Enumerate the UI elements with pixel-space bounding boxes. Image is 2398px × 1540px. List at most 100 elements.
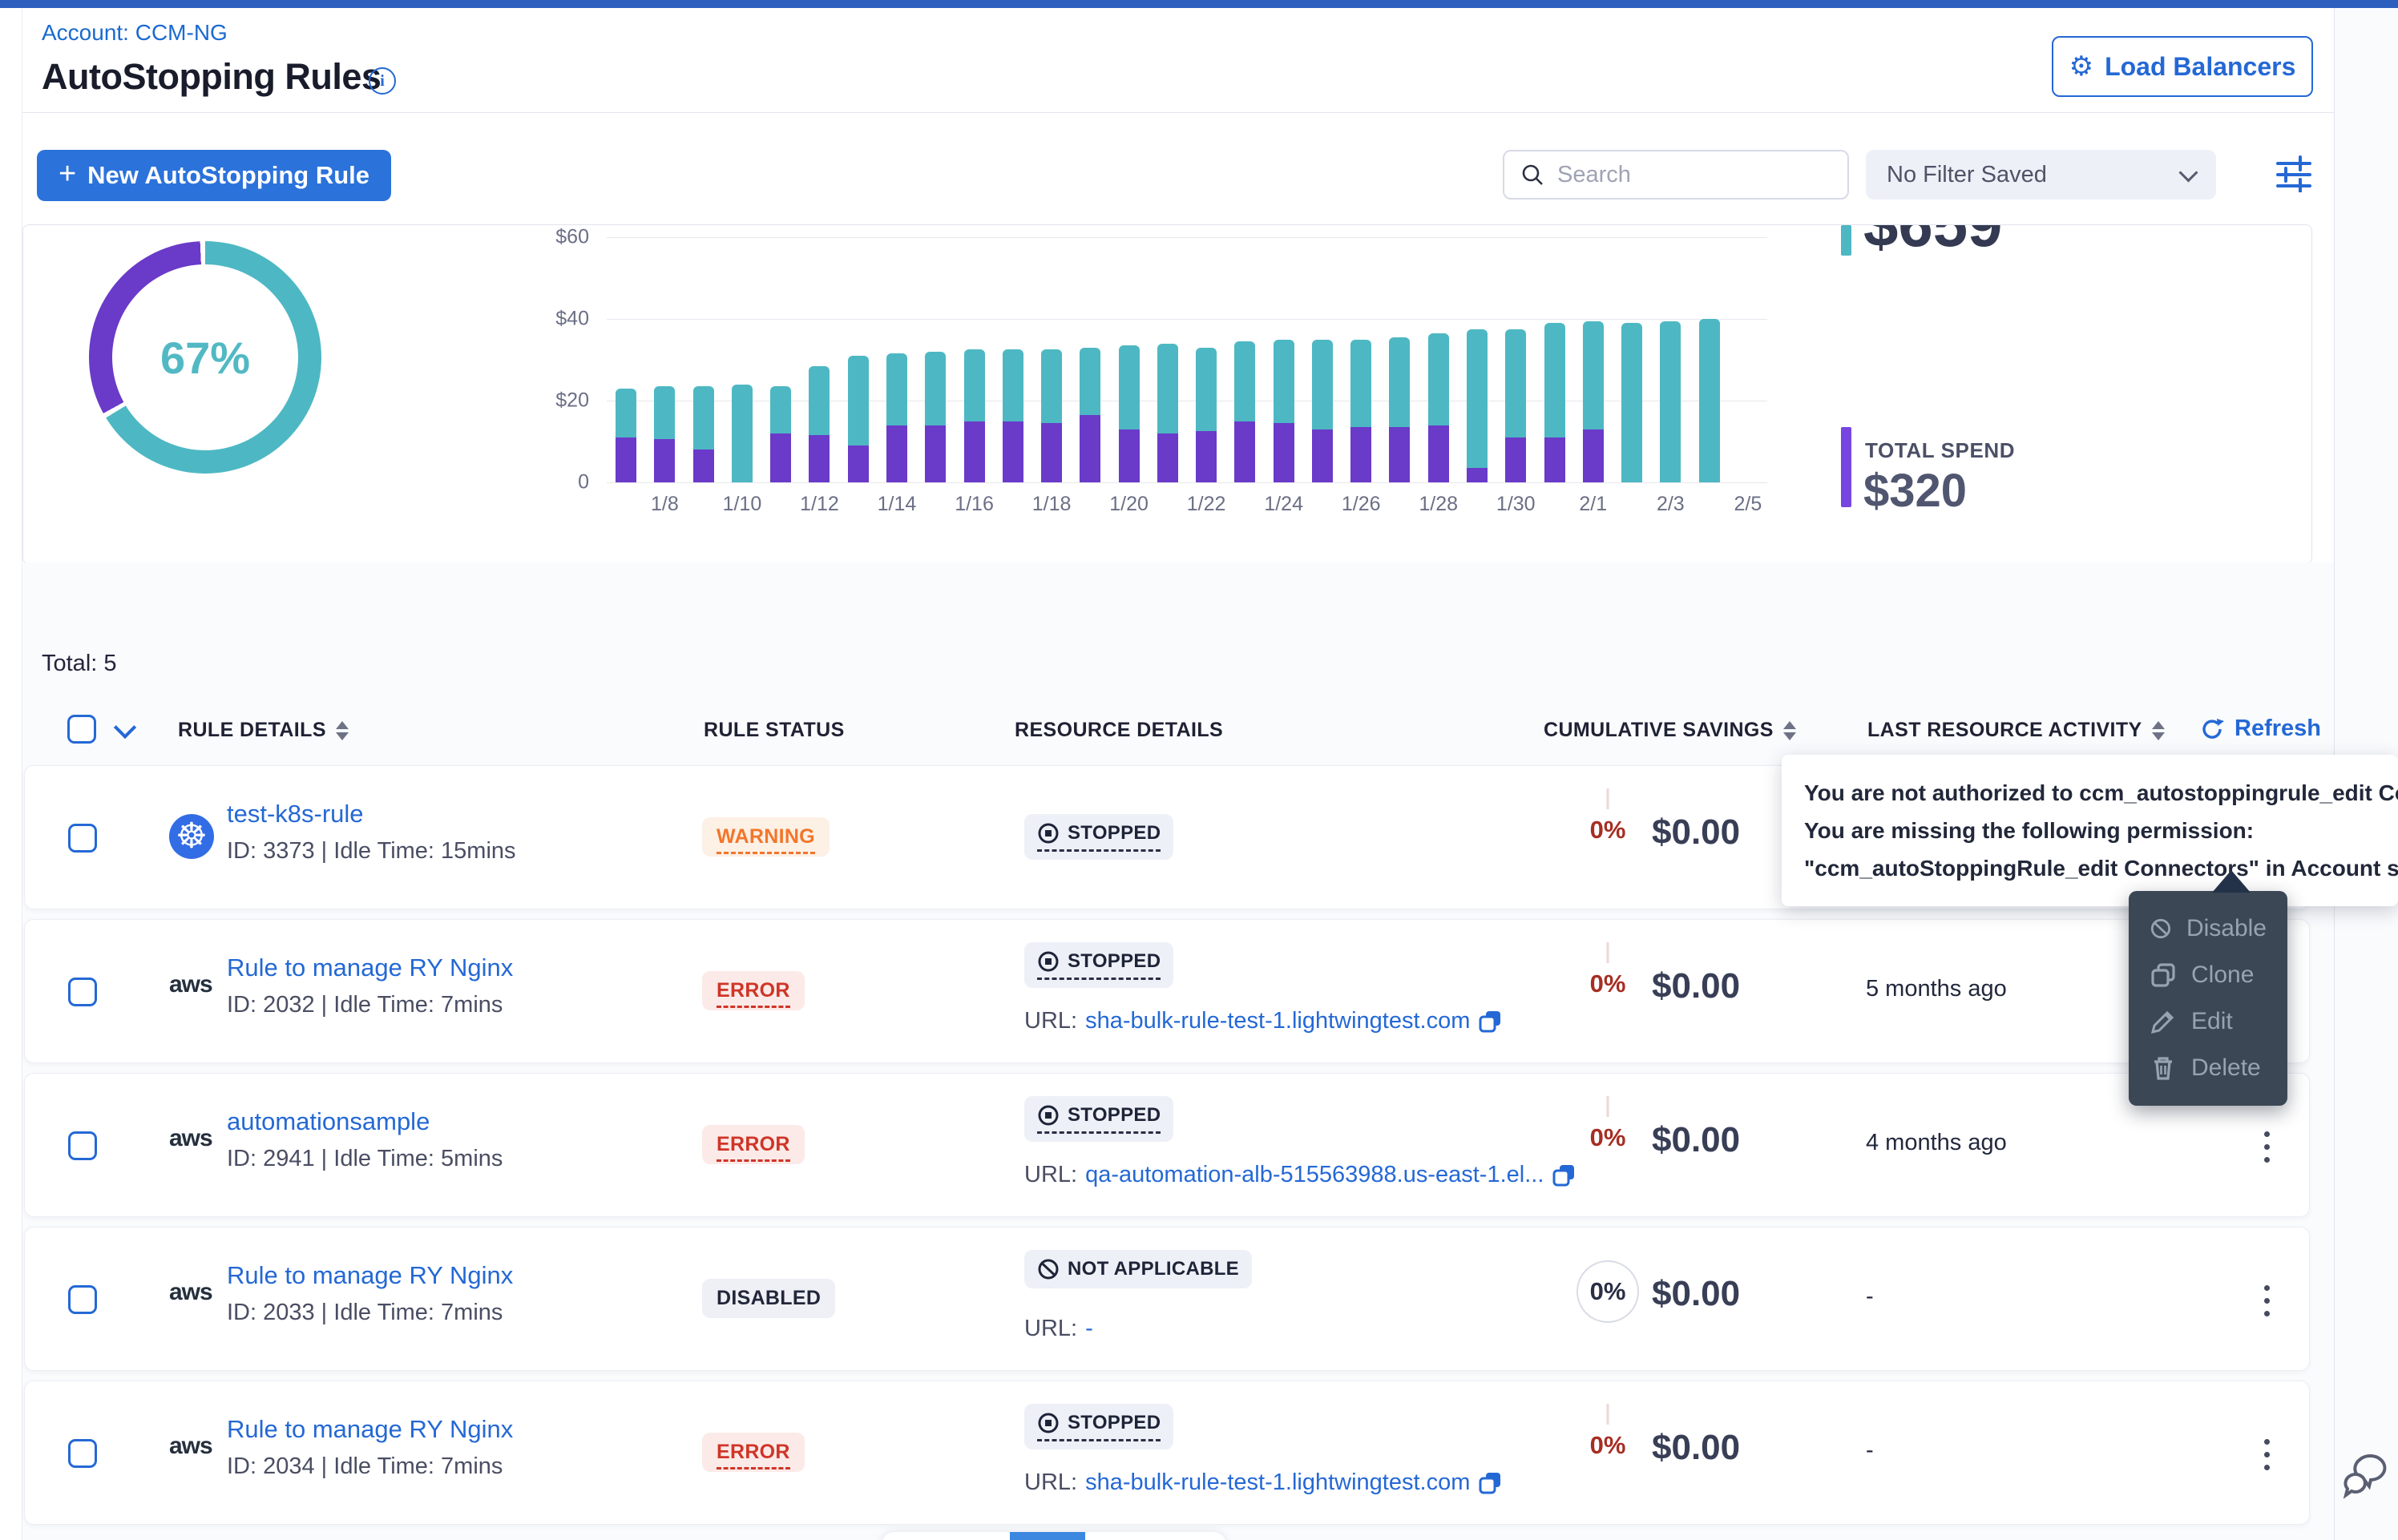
search-icon <box>1520 163 1544 187</box>
page-title: AutoStopping Rules <box>42 56 381 98</box>
row-checkbox[interactable] <box>68 1285 97 1314</box>
resource-url-link[interactable]: - <box>1085 1316 1093 1342</box>
status-badge[interactable]: DISABLED <box>702 1279 835 1318</box>
kubernetes-icon: ☸ <box>169 814 214 859</box>
y-axis-tick: $20 <box>512 389 589 413</box>
bar <box>1303 237 1342 482</box>
resource-url: URL: sha-bulk-rule-test-1.lightwingtest.… <box>1024 1469 1502 1496</box>
copy-icon[interactable] <box>1478 1471 1502 1495</box>
y-axis-tick: $40 <box>512 308 589 331</box>
menu-item-disable[interactable]: Disable <box>2129 905 2287 952</box>
x-axis-tick: 1/10 <box>704 493 781 516</box>
search-box[interactable] <box>1503 150 1849 200</box>
select-all-checkbox[interactable] <box>67 715 96 744</box>
status-badge[interactable]: ERROR <box>702 1433 805 1472</box>
stopped-icon <box>1037 950 1060 973</box>
search-input[interactable] <box>1556 161 1831 189</box>
column-last-resource-activity[interactable]: LAST RESOURCE ACTIVITY <box>1867 719 2165 742</box>
x-axis-tick: 2/5 <box>1710 493 1786 516</box>
rule-name-link[interactable]: Rule to manage RY Nginx <box>227 1415 513 1444</box>
load-balancers-button[interactable]: ⚙ Load Balancers <box>2052 36 2313 97</box>
x-axis-tick: 1/12 <box>781 493 858 516</box>
bar <box>1380 237 1419 482</box>
rule-name-link[interactable]: automationsample <box>227 1107 430 1136</box>
resource-url-link[interactable]: sha-bulk-rule-test-1.lightwingtest.com <box>1085 1469 1470 1496</box>
menu-item-edit[interactable]: Edit <box>2129 998 2287 1045</box>
resource-status-badge[interactable]: STOPPED <box>1024 942 1173 988</box>
column-rule-details[interactable]: RULE DETAILS <box>178 719 349 742</box>
chat-bubble-icon[interactable] <box>2344 1452 2390 1508</box>
menu-item-clone[interactable]: Clone <box>2129 952 2287 998</box>
x-axis-tick: 1/22 <box>1168 493 1245 516</box>
resource-url-link[interactable]: qa-automation-alb-515563988.us-east-1.el… <box>1085 1162 1544 1188</box>
sort-icon[interactable] <box>2152 721 2165 740</box>
bar <box>955 237 993 482</box>
new-autostopping-rule-button[interactable]: + New AutoStopping Rule <box>37 150 391 201</box>
bar <box>1187 237 1225 482</box>
sort-icon[interactable] <box>1783 721 1796 740</box>
total-count: Total: 5 <box>42 651 117 677</box>
rule-name-link[interactable]: test-k8s-rule <box>227 800 364 828</box>
breadcrumb-account-link[interactable]: Account: CCM-NG <box>42 20 228 46</box>
bar <box>1225 237 1264 482</box>
aws-icon: aws <box>169 1280 212 1304</box>
table-row: aws Rule to manage RY Nginx ID: 2034 | I… <box>24 1381 2310 1525</box>
column-cumulative-savings[interactable]: CUMULATIVE SAVINGS <box>1544 719 1796 742</box>
bar <box>1535 237 1573 482</box>
bar <box>761 237 800 482</box>
aws-icon: aws <box>169 973 212 997</box>
savings-percent: 0% <box>1552 816 1664 845</box>
ban-icon <box>2150 915 2172 942</box>
last-activity: - <box>1866 1437 1874 1464</box>
bar <box>1729 237 1767 482</box>
status-badge[interactable]: WARNING <box>702 817 830 857</box>
row-actions-kebab-icon[interactable] <box>2259 1280 2275 1321</box>
refresh-button[interactable]: Refresh <box>2199 716 2321 742</box>
bar <box>1458 237 1496 482</box>
copy-icon[interactable] <box>1552 1163 1576 1187</box>
bar <box>1032 237 1071 482</box>
gear-icon: ⚙ <box>2069 50 2093 83</box>
filter-panel-icon[interactable] <box>2275 154 2313 192</box>
last-activity: 5 months ago <box>1866 976 2007 1002</box>
saved-filter-select[interactable]: No Filter Saved <box>1866 150 2216 200</box>
resource-url-link[interactable]: sha-bulk-rule-test-1.lightwingtest.com <box>1085 1008 1470 1034</box>
bar <box>1496 237 1535 482</box>
resource-status-badge[interactable]: STOPPED <box>1024 1404 1173 1449</box>
row-actions-kebab-icon[interactable] <box>2259 1127 2275 1167</box>
status-badge[interactable]: ERROR <box>702 1125 805 1164</box>
top-accent-bar <box>0 0 2398 8</box>
status-badge[interactable]: ERROR <box>702 971 805 1010</box>
resource-status-badge[interactable]: STOPPED <box>1024 1096 1173 1142</box>
total-savings-value: $659 <box>1863 224 2003 261</box>
autostopping-rules-page: Account: CCM-NG AutoStopping Rules i ⚙ L… <box>0 0 2398 1540</box>
row-checkbox[interactable] <box>68 978 97 1006</box>
row-checkbox[interactable] <box>68 1131 97 1160</box>
row-actions-kebab-icon[interactable] <box>2259 1434 2275 1475</box>
x-axis-tick: 1/18 <box>1013 493 1090 516</box>
row-checkbox[interactable] <box>68 1439 97 1468</box>
row-checkbox[interactable] <box>68 824 97 853</box>
resource-status-badge[interactable]: STOPPED <box>1024 814 1173 860</box>
pagination-active-page[interactable] <box>1010 1532 1085 1540</box>
aws-icon: aws <box>169 1434 212 1458</box>
gauge-tick <box>1607 1096 1609 1117</box>
pencil-icon <box>2150 1008 2177 1035</box>
gauge-tick <box>1607 788 1609 809</box>
chevron-down-icon <box>2178 163 2198 182</box>
stopped-icon <box>1037 822 1060 845</box>
bar <box>684 237 723 482</box>
bar <box>1651 237 1690 482</box>
x-axis-tick: 2/3 <box>1632 493 1709 516</box>
rule-name-link[interactable]: Rule to manage RY Nginx <box>227 1261 513 1290</box>
total-spend-label: TOTAL SPEND <box>1865 438 2015 463</box>
x-axis-tick: 2/1 <box>1555 493 1632 516</box>
copy-icon[interactable] <box>1478 1010 1502 1034</box>
resource-status-badge[interactable]: NOT APPLICABLE <box>1024 1250 1252 1288</box>
info-icon[interactable]: i <box>369 67 396 95</box>
menu-item-delete[interactable]: Delete <box>2129 1045 2287 1091</box>
savings-donut-chart: 67% <box>89 241 321 474</box>
summary-chart-card: 67% $60 $40 $20 0 1/81/101/121/141/161/1… <box>22 224 2312 564</box>
rule-name-link[interactable]: Rule to manage RY Nginx <box>227 953 513 982</box>
sort-icon[interactable] <box>336 721 349 740</box>
